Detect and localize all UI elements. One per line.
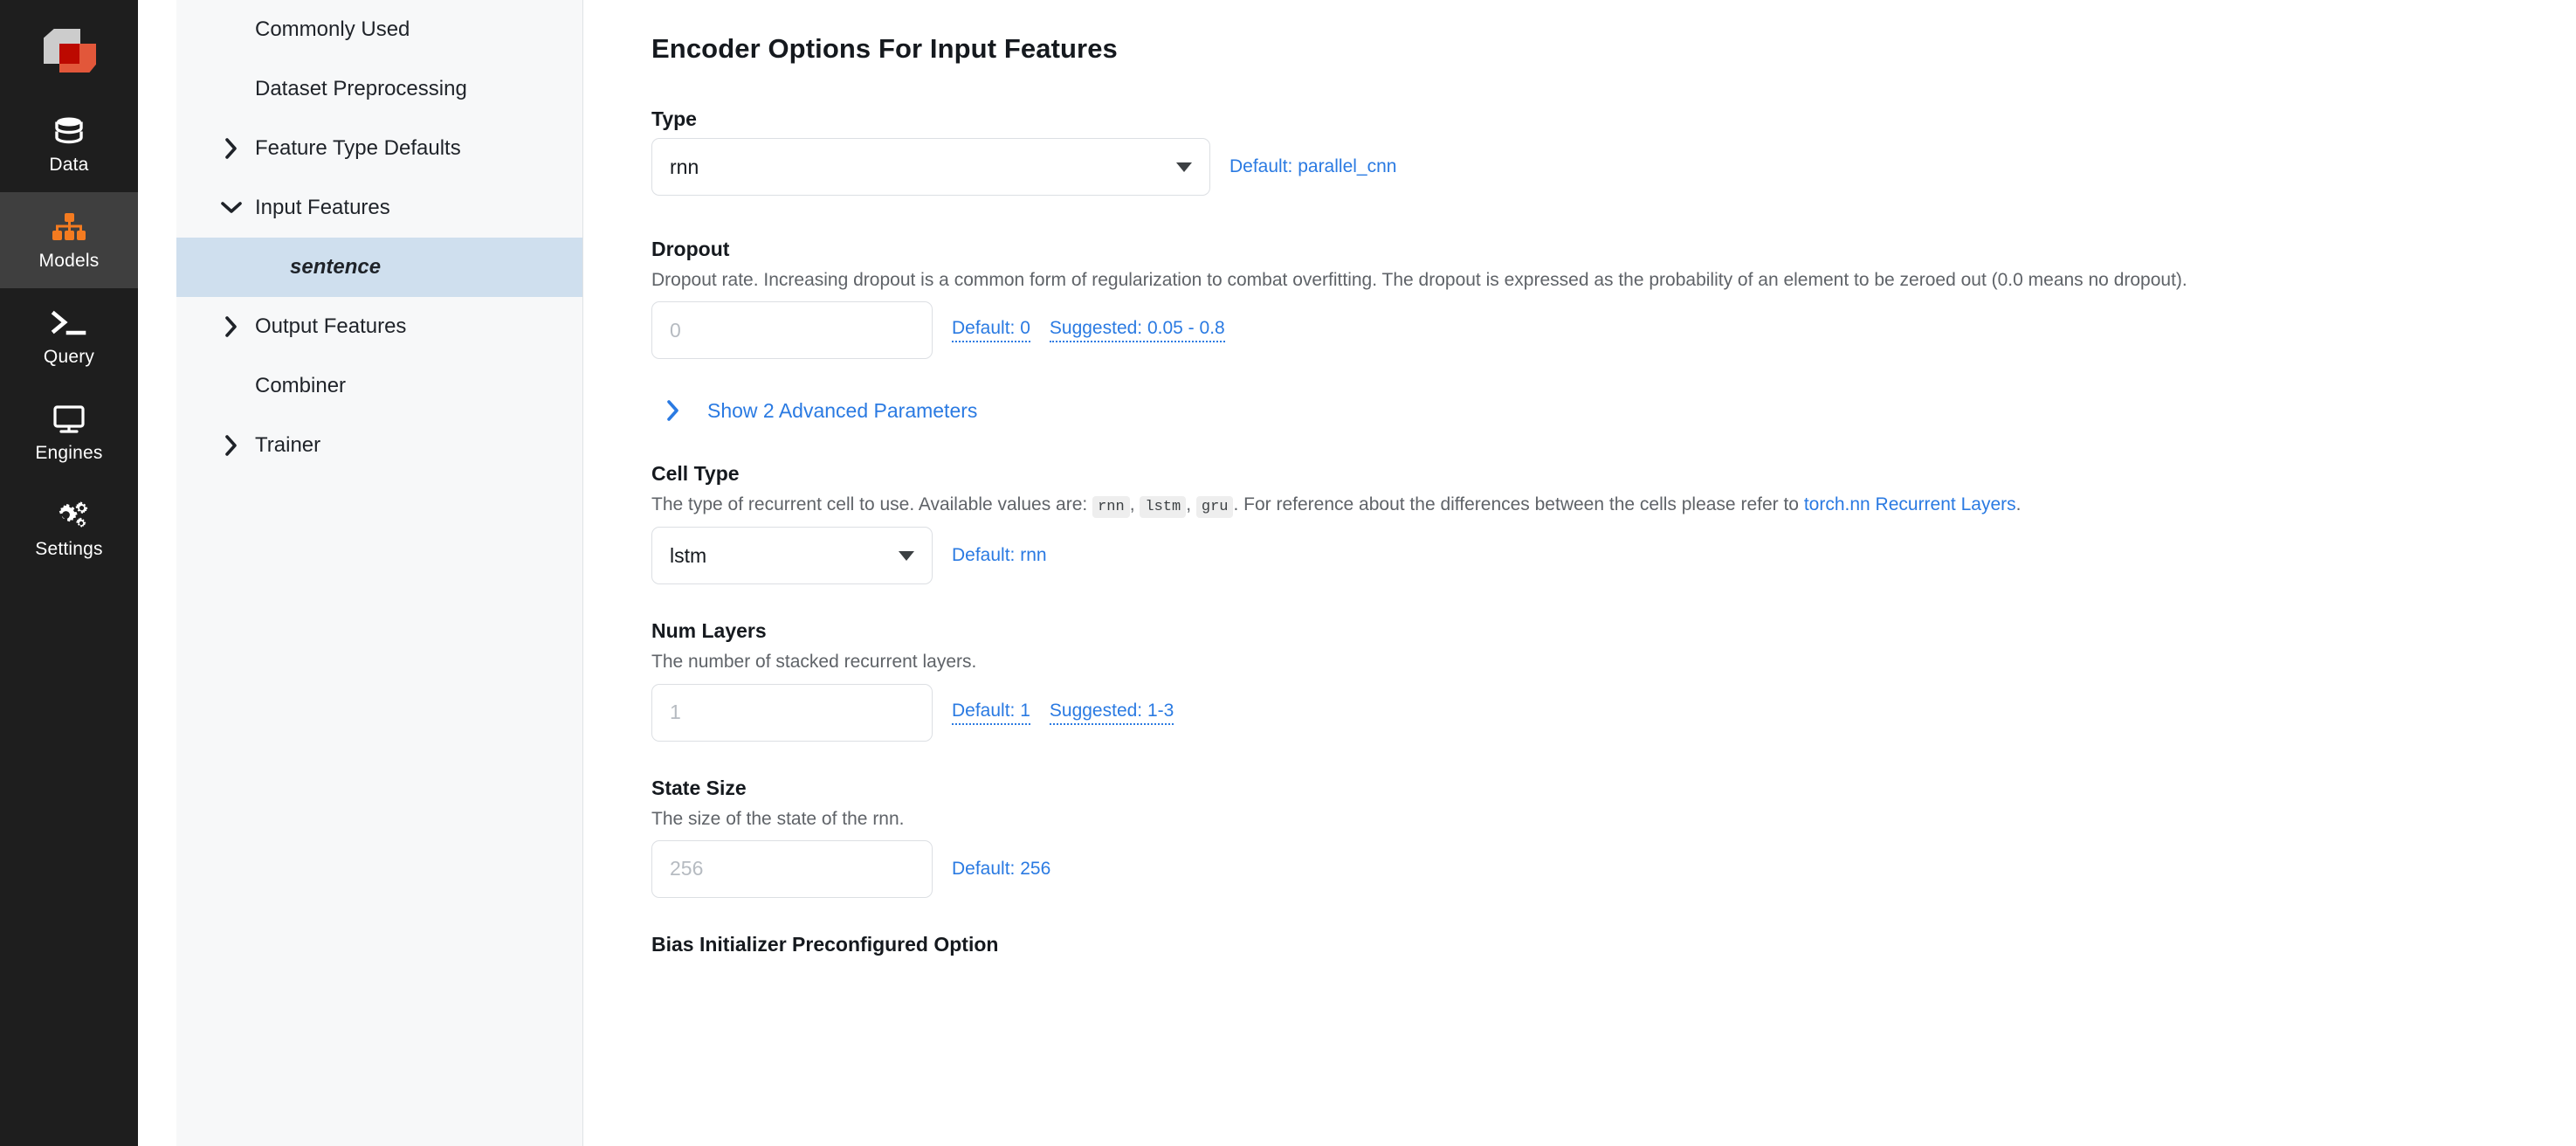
nav-label-query: Query [43, 347, 95, 367]
field-label-num-layers: Num Layers [651, 619, 767, 643]
tree-item-input-features[interactable]: Input Features [176, 178, 582, 238]
chevron-right-icon[interactable] [218, 432, 245, 459]
code-token-lstm: lstm [1140, 496, 1187, 519]
tree-item-dataset-preprocessing[interactable]: Dataset Preprocessing [176, 59, 582, 119]
tree-item-label: Dataset Preprocessing [255, 77, 467, 100]
predibase-logo-icon [38, 24, 100, 72]
primary-nav-rail: Data Models Query Engines Settings [0, 0, 138, 1146]
field-cell-type: Cell Type The type of recurrent cell to … [651, 462, 2576, 585]
tree-item-trainer[interactable]: Trainer [176, 416, 582, 475]
state-size-default-hint: Default: 256 [952, 858, 1051, 879]
tree-item-label: Input Features [255, 196, 390, 219]
num-layers-suggested-hint[interactable]: Suggested: 1-3 [1049, 701, 1174, 725]
dropout-hints: Default: 0 Suggested: 0.05 - 0.8 [952, 318, 1225, 343]
show-advanced-parameters-label: Show 2 Advanced Parameters [707, 398, 978, 422]
field-label-dropout: Dropout [651, 238, 730, 260]
field-label-bias-initializer: Bias Initializer Preconfigured Option [651, 932, 999, 956]
field-description-cell-type: The type of recurrent cell to use. Avail… [651, 493, 2576, 519]
show-advanced-parameters-toggle[interactable]: Show 2 Advanced Parameters [660, 397, 2576, 424]
nav-item-engines[interactable]: Engines [0, 384, 138, 480]
tree-item-combiner[interactable]: Combiner [176, 356, 582, 416]
field-state-size: State Size The size of the state of the … [651, 777, 2576, 898]
num-layers-default-hint[interactable]: Default: 1 [952, 701, 1030, 725]
tree-item-label: Trainer [255, 433, 321, 457]
rail-gutter [138, 0, 176, 1146]
field-description-dropout: Dropout rate. Increasing dropout is a co… [651, 270, 2187, 290]
field-dropout: Dropout Dropout rate. Increasing dropout… [651, 238, 2576, 360]
chevron-down-icon [1176, 162, 1192, 172]
nav-label-settings: Settings [35, 539, 103, 559]
field-label-state-size: State Size [651, 776, 747, 799]
nav-label-engines: Engines [35, 443, 103, 463]
cell-type-desc-part2: . For reference about the differences be… [1233, 494, 1799, 515]
cell-type-desc-part3: . [2015, 494, 2022, 515]
tree-item-label: Combiner [255, 374, 347, 397]
app-logo[interactable] [0, 0, 138, 96]
app-root: Data Models Query Engines Settings Commo… [0, 0, 2576, 1146]
tree-item-output-features[interactable]: Output Features [176, 297, 582, 356]
tree-item-label: Feature Type Defaults [255, 136, 461, 160]
monitor-icon [50, 403, 88, 438]
cell-type-select-value: lstm [670, 543, 707, 567]
field-label-type: Type [651, 107, 697, 130]
control-row-cell-type: lstm Default: rnn [651, 527, 2576, 585]
comma: , [1129, 494, 1135, 515]
torch-nn-recurrent-layers-link[interactable]: torch.nn Recurrent Layers [1804, 494, 2016, 514]
dropout-default-hint[interactable]: Default: 0 [952, 318, 1030, 343]
dropout-input[interactable] [651, 301, 933, 360]
tree-item-label: Output Features [255, 314, 407, 338]
code-token-rnn: rnn [1092, 496, 1130, 519]
nav-item-query[interactable]: Query [0, 288, 138, 384]
tree-item-label: sentence [290, 255, 382, 279]
nav-item-models[interactable]: Models [0, 192, 138, 288]
tree-item-sentence[interactable]: sentence [176, 238, 582, 297]
database-icon [50, 114, 88, 149]
field-label-cell-type: Cell Type [651, 462, 740, 486]
num-layers-hints: Default: 1 Suggested: 1-3 [952, 701, 1174, 725]
control-row-type: rnn Default: parallel_cnn [651, 138, 2576, 196]
config-tree-panel: Commonly Used Dataset Preprocessing Feat… [176, 0, 583, 1146]
field-bias-initializer: Bias Initializer Preconfigured Option [651, 933, 2576, 956]
chevron-down-icon[interactable] [218, 195, 245, 221]
control-row-num-layers: Default: 1 Suggested: 1-3 [651, 683, 2576, 742]
num-layers-input[interactable] [651, 683, 933, 742]
nav-item-settings[interactable]: Settings [0, 480, 138, 576]
control-row-dropout: Default: 0 Suggested: 0.05 - 0.8 [651, 301, 2576, 360]
tree-item-feature-type-defaults[interactable]: Feature Type Defaults [176, 119, 582, 178]
field-description-num-layers: The number of stacked recurrent layers. [651, 652, 977, 673]
comma: , [1186, 494, 1192, 515]
state-size-input[interactable] [651, 839, 933, 898]
terminal-prompt-icon [50, 307, 88, 342]
type-select-value: rnn [670, 155, 699, 178]
dropout-suggested-hint[interactable]: Suggested: 0.05 - 0.8 [1049, 318, 1225, 343]
chevron-right-icon[interactable] [218, 135, 245, 162]
page-title: Encoder Options For Input Features [651, 33, 1118, 64]
tree-item-label: Commonly Used [255, 17, 410, 41]
gears-icon [50, 499, 88, 534]
chevron-down-icon [899, 550, 914, 561]
cell-type-default-hint: Default: rnn [952, 545, 1047, 566]
model-hierarchy-icon [50, 211, 88, 245]
type-default-hint: Default: parallel_cnn [1229, 156, 1397, 176]
field-num-layers: Num Layers The number of stacked recurre… [651, 619, 2576, 742]
field-type: Type rnn Default: parallel_cnn [651, 107, 2576, 196]
cell-type-select[interactable]: lstm [651, 527, 933, 585]
nav-label-models: Models [38, 251, 100, 271]
cell-type-desc-part1: The type of recurrent cell to use. Avail… [651, 494, 1088, 515]
logo-red-shape [59, 44, 79, 64]
encoder-options-panel: Encoder Options For Input Features Type … [583, 0, 2576, 1146]
nav-label-data: Data [49, 155, 89, 175]
control-row-state-size: Default: 256 [651, 839, 2576, 898]
type-select[interactable]: rnn [651, 138, 1210, 196]
code-token-gru: gru [1195, 496, 1234, 519]
field-description-state-size: The size of the state of the rnn. [651, 808, 905, 829]
chevron-right-icon[interactable] [218, 314, 245, 340]
tree-item-commonly-used[interactable]: Commonly Used [176, 0, 582, 59]
nav-item-data[interactable]: Data [0, 96, 138, 192]
chevron-right-icon [660, 397, 686, 424]
